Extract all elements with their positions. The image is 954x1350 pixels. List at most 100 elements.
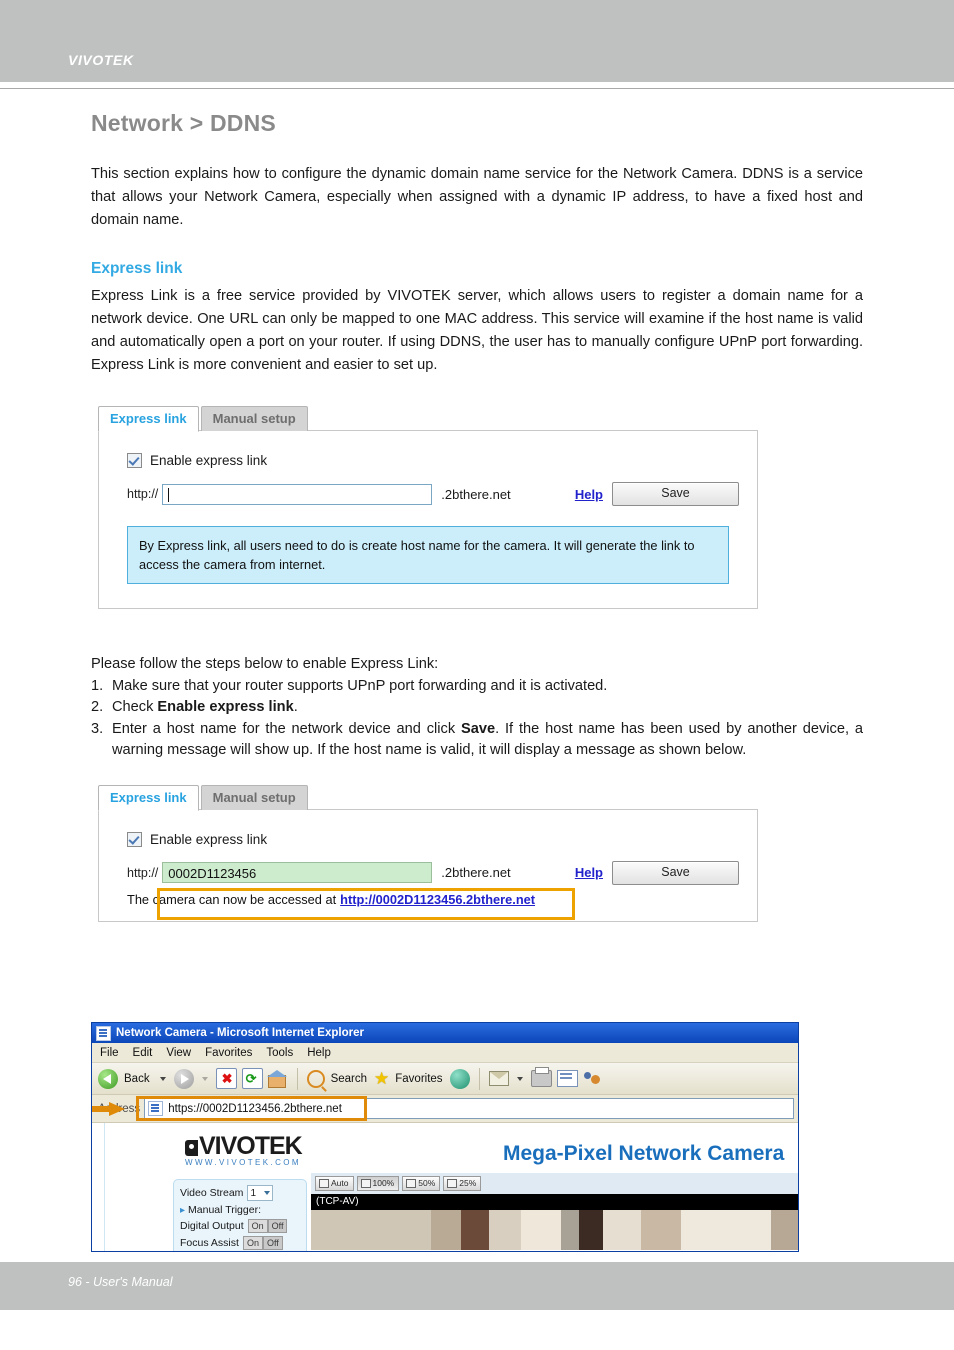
mail-dropdown-icon[interactable] xyxy=(516,1076,523,1081)
zoom-button-50[interactable]: 50% xyxy=(402,1176,441,1191)
express-link-paragraph: Express Link is a free service provided … xyxy=(91,288,863,373)
express-link-panel-empty: Express link Manual setup Enable express… xyxy=(98,405,758,609)
page-left-margin xyxy=(92,1123,105,1251)
messenger-icon[interactable] xyxy=(583,1071,602,1087)
toggle-off[interactable]: Off xyxy=(267,1219,288,1233)
enable-express-link-row[interactable]: Enable express link xyxy=(127,453,739,468)
toolbar-separator xyxy=(296,1067,298,1090)
media-icon[interactable] xyxy=(449,1068,470,1089)
step-text: Make sure that your router supports UPnP… xyxy=(112,677,608,694)
help-link[interactable]: Help xyxy=(575,865,603,880)
favorites-button-label[interactable]: Favorites xyxy=(395,1073,442,1085)
zoom-icon xyxy=(406,1179,417,1188)
domain-suffix-label: .2bthere.net xyxy=(441,865,511,880)
step-number: 2. xyxy=(91,699,104,715)
search-button-label[interactable]: Search xyxy=(331,1073,367,1085)
toggle-on[interactable]: On xyxy=(242,1236,263,1250)
step-item-3: 3. Enter a host name for the network dev… xyxy=(91,719,863,762)
menu-help[interactable]: Help xyxy=(307,1047,331,1059)
menu-tools[interactable]: Tools xyxy=(266,1047,293,1059)
expand-arrow-icon: ▸ xyxy=(180,1204,186,1216)
zoom-button-auto[interactable]: Auto xyxy=(315,1176,354,1191)
control-label: Digital Output xyxy=(180,1220,244,1232)
zoom-icon xyxy=(360,1179,371,1188)
panel-body: Enable express link http:// 0002D1123456… xyxy=(98,808,758,922)
zoom-button-25[interactable]: 25% xyxy=(443,1176,482,1191)
step-number: 1. xyxy=(91,677,104,694)
control-digital-output[interactable]: Digital Output On Off xyxy=(180,1219,300,1233)
forward-icon[interactable] xyxy=(173,1068,194,1089)
video-preview-image xyxy=(311,1210,798,1250)
print-icon[interactable] xyxy=(530,1067,552,1087)
control-manual-trigger[interactable]: ▸ Manual Trigger: xyxy=(180,1204,300,1216)
toggle-on[interactable]: On xyxy=(247,1219,268,1233)
menu-file[interactable]: File xyxy=(100,1047,119,1059)
express-link-panel-filled: Express link Manual setup Enable express… xyxy=(98,784,758,922)
menu-favorites[interactable]: Favorites xyxy=(205,1047,252,1059)
host-name-field-row: http:// .2bthere.net Help Save xyxy=(127,482,739,506)
menu-view[interactable]: View xyxy=(166,1047,191,1059)
help-link[interactable]: Help xyxy=(575,487,603,502)
chevron-down-icon xyxy=(264,1191,270,1195)
video-stream-select[interactable]: 1 xyxy=(247,1185,273,1201)
enable-express-link-row[interactable]: Enable express link xyxy=(127,831,739,847)
access-result-text: The camera can now be accessed at xyxy=(127,891,337,907)
mail-icon[interactable] xyxy=(488,1071,509,1086)
control-video-stream[interactable]: Video Stream 1 xyxy=(180,1185,300,1201)
tab-express-link[interactable]: Express link xyxy=(98,406,199,432)
steps-intro: Please follow the steps below to enable … xyxy=(91,656,439,672)
menu-edit[interactable]: Edit xyxy=(133,1047,153,1059)
home-icon[interactable] xyxy=(266,1069,288,1088)
tab-manual-setup[interactable]: Manual setup xyxy=(200,406,308,431)
browser-toolbar: Back ✖ ⟳ Search ★ Favorites xyxy=(92,1063,798,1095)
address-value: https://0002D1123456.2bthere.net xyxy=(168,1102,342,1115)
back-button-label[interactable]: Back xyxy=(124,1073,150,1085)
camera-web-page: VIVOTEK WWW.VIVOTEK.COM Mega-Pixel Netwo… xyxy=(92,1123,798,1251)
host-name-field-row: http:// 0002D1123456 .2bthere.net Help S… xyxy=(127,860,739,885)
enable-express-link-label: Enable express link xyxy=(150,831,268,847)
save-button[interactable]: Save xyxy=(612,860,739,885)
vivotek-brand-logo: VIVOTEK xyxy=(68,52,134,68)
address-bar-label: Address xyxy=(98,1102,141,1115)
enable-express-link-checkbox[interactable] xyxy=(127,453,142,468)
page-number-label: 96 - User's Manual xyxy=(68,1275,173,1289)
address-input[interactable]: https://0002D1123456.2bthere.net xyxy=(144,1098,794,1119)
section-heading-express-link: Express link xyxy=(91,260,183,277)
browser-window-screenshot: Network Camera - Microsoft Internet Expl… xyxy=(91,1022,799,1252)
zoom-button-100[interactable]: 100% xyxy=(356,1176,400,1191)
zoom-icon xyxy=(447,1179,458,1188)
camera-access-link[interactable]: http://0002D1123456.2bthere.net xyxy=(340,892,535,907)
step-item-2: 2. Check Enable express link. xyxy=(91,697,863,719)
control-label: Video Stream xyxy=(180,1187,244,1199)
save-button[interactable]: Save xyxy=(612,482,739,506)
back-icon[interactable] xyxy=(98,1068,118,1089)
toggle-off[interactable]: Off xyxy=(262,1236,283,1250)
digital-output-toggle[interactable]: On Off xyxy=(247,1219,288,1233)
page-icon xyxy=(148,1101,164,1116)
video-stream-status: (TCP-AV) xyxy=(311,1194,798,1210)
host-name-input[interactable]: 0002D1123456 xyxy=(162,862,433,883)
edit-icon[interactable] xyxy=(556,1070,578,1087)
refresh-icon[interactable]: ⟳ xyxy=(241,1068,263,1089)
tab-manual-setup[interactable]: Manual setup xyxy=(200,784,308,810)
stop-icon[interactable]: ✖ xyxy=(215,1068,237,1089)
video-zoom-toolbar: Auto 100% 50% 25% xyxy=(311,1173,798,1194)
panel-tabs: Express link Manual setup xyxy=(98,405,758,432)
back-dropdown-icon[interactable] xyxy=(159,1076,166,1081)
control-label: Manual Trigger: xyxy=(188,1204,261,1216)
tab-express-link[interactable]: Express link xyxy=(98,784,199,811)
host-name-input[interactable] xyxy=(162,483,433,505)
step-item-1: 1. Make sure that your router supports U… xyxy=(91,676,863,698)
browser-menu-bar: File Edit View Favorites Tools Help xyxy=(92,1043,798,1063)
step-text: Enter a host name for the network device… xyxy=(112,720,863,759)
control-label: Focus Assist xyxy=(180,1237,239,1249)
search-icon[interactable] xyxy=(306,1069,325,1088)
control-focus-assist[interactable]: Focus Assist On Off xyxy=(180,1236,300,1250)
favorites-star-icon[interactable]: ★ xyxy=(374,1070,389,1087)
browser-window-icon xyxy=(96,1025,111,1041)
camera-logo-subtext: WWW.VIVOTEK.COM xyxy=(185,1158,301,1167)
focus-assist-toggle[interactable]: On Off xyxy=(242,1236,283,1250)
enable-express-link-checkbox[interactable] xyxy=(127,831,142,847)
camera-control-sidebar: Video Stream 1 ▸ Manual Trigger: Digital… xyxy=(173,1179,307,1251)
step-number: 3. xyxy=(91,720,104,737)
